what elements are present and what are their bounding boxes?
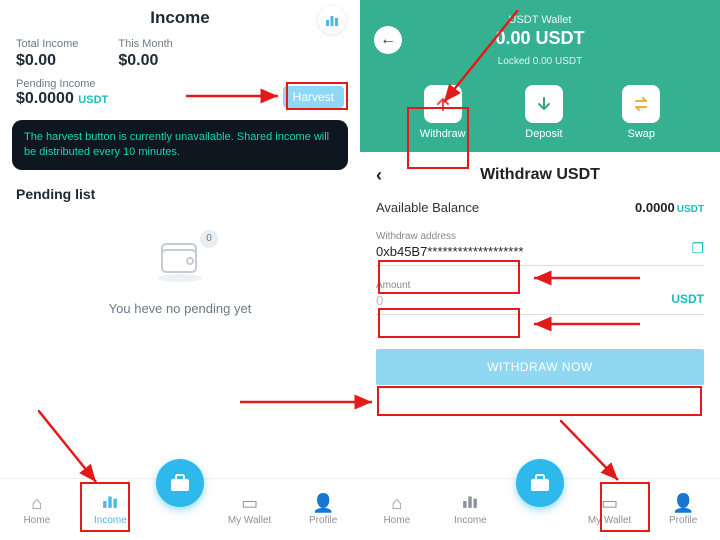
wallet-icon: ▭: [222, 493, 278, 514]
wallet-header: ← USDT Wallet 0.00 USDT Locked 0.00 USDT…: [360, 0, 720, 152]
income-screen: Income Total Income $0.00 This Month $0.…: [0, 0, 360, 540]
bottom-nav: ⌂Home Income ▭My Wallet 👤Profile: [360, 478, 720, 540]
wallet-balance: 0.00 USDT: [402, 28, 678, 49]
arrow-left-icon: ←: [380, 31, 396, 49]
briefcase-icon: [170, 474, 190, 492]
empty-count-badge: 0: [200, 230, 218, 248]
briefcase-icon: [530, 474, 550, 492]
copy-icon[interactable]: ❐: [691, 240, 704, 259]
nav-income[interactable]: Income: [82, 493, 138, 526]
page-title: Income: [0, 8, 360, 28]
amount-suffix: USDT: [671, 292, 704, 308]
empty-text: You heve no pending yet: [109, 301, 252, 316]
withdraw-address-field[interactable]: Withdraw address 0xb45B7****************…: [376, 227, 704, 266]
back-button[interactable]: ←: [374, 26, 402, 54]
action-swap[interactable]: Swap: [622, 85, 660, 140]
wallet-locked: Locked 0.00 USDT: [498, 56, 583, 67]
stats-icon-button[interactable]: [318, 6, 346, 34]
home-icon: ⌂: [9, 493, 65, 514]
profile-icon: 👤: [655, 493, 711, 514]
empty-state: 0 You heve no pending yet: [0, 210, 360, 478]
action-deposit[interactable]: Deposit: [525, 85, 563, 140]
wallet-label: USDT Wallet: [402, 14, 678, 26]
pending-list-header: Pending list: [0, 178, 360, 210]
fab-button[interactable]: [516, 459, 564, 507]
fab-button[interactable]: [156, 459, 204, 507]
withdraw-title: Withdraw USDT: [480, 166, 600, 184]
bar-chart-icon: [82, 493, 138, 514]
swap-icon: [632, 95, 650, 113]
bar-chart-icon: [442, 493, 498, 514]
wallet-icon: ▭: [582, 493, 638, 514]
bottom-nav: ⌂Home Income ▭My Wallet 👤Profile: [0, 478, 360, 540]
info-banner: The harvest button is currently unavaila…: [12, 120, 348, 170]
withdraw-address-value: 0xb45B7*******************: [376, 242, 691, 259]
profile-icon: 👤: [295, 493, 351, 514]
arrow-up-icon: [434, 95, 452, 113]
nav-profile[interactable]: 👤Profile: [295, 493, 351, 526]
arrow-down-icon: [535, 95, 553, 113]
bar-chart-icon: [325, 13, 339, 27]
home-icon: ⌂: [369, 493, 425, 514]
nav-wallet[interactable]: ▭My Wallet: [582, 493, 638, 526]
amount-placeholder: 0: [376, 291, 671, 308]
withdraw-now-button[interactable]: WITHDRAW NOW: [376, 349, 704, 385]
nav-profile[interactable]: 👤Profile: [655, 493, 711, 526]
amount-field[interactable]: Amount 0 USDT: [376, 276, 704, 315]
available-balance: Available Balance 0.0000USDT: [376, 194, 704, 227]
wallet-empty-icon: [152, 236, 208, 282]
nav-wallet[interactable]: ▭My Wallet: [222, 493, 278, 526]
withdraw-screen: ← USDT Wallet 0.00 USDT Locked 0.00 USDT…: [360, 0, 720, 540]
nav-income[interactable]: Income: [442, 493, 498, 526]
pending-income: Pending Income $0.0000 USDT: [16, 78, 108, 108]
harvest-button[interactable]: Harvest: [283, 86, 344, 108]
total-income: Total Income $0.00: [16, 38, 78, 70]
nav-home[interactable]: ⌂Home: [369, 493, 425, 526]
nav-home[interactable]: ⌂Home: [9, 493, 65, 526]
back-chevron[interactable]: ‹: [376, 165, 382, 186]
action-withdraw[interactable]: Withdraw: [420, 85, 466, 140]
month-income: This Month $0.00: [118, 38, 172, 70]
